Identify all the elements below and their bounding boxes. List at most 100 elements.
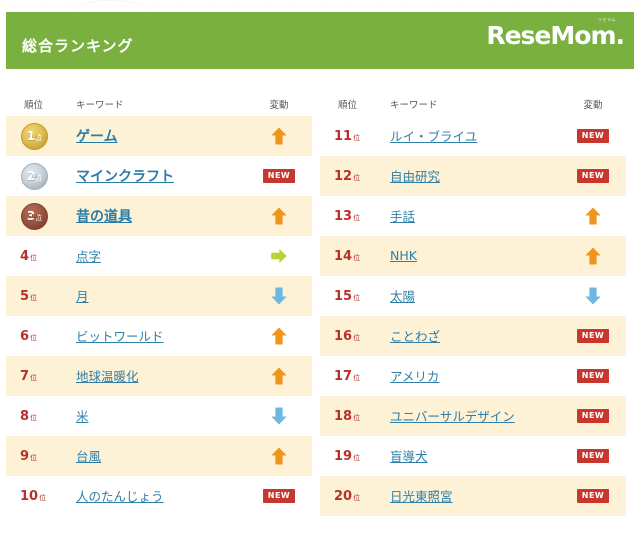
table-row[interactable]: 1 位 ゲーム <box>6 116 312 156</box>
keyword-link[interactable]: ユニバーサルデザイン <box>390 409 515 424</box>
rank-cell: 1位 <box>6 122 68 150</box>
rank-suffix: 位 <box>353 254 361 262</box>
rank-suffix: 位 <box>353 454 361 462</box>
rank-cell: 2位 <box>6 162 68 190</box>
new-badge: NEW <box>576 369 610 383</box>
rank-cell: 20 位 <box>320 489 382 504</box>
column-header-rank: 順位 <box>24 100 44 111</box>
keyword-link[interactable]: 米 <box>76 409 89 424</box>
change-cell: NEW <box>246 169 312 183</box>
keyword-cell: ビットワールド <box>68 326 246 346</box>
table-row[interactable]: 17 位アメリカ NEW <box>320 356 626 396</box>
medal-badge-silver: 2位 <box>21 162 48 190</box>
keyword-link[interactable]: 太陽 <box>390 289 415 304</box>
keyword-link[interactable]: 昔の道具 <box>76 209 132 225</box>
table-body-right: 11 位ルイ・ブライユ NEW 12 位自由研究 NEW 13 位手話 14 位 NHK 15 位太陽 1… <box>320 116 626 516</box>
rank-number: 9 <box>20 448 30 464</box>
change-cell <box>560 246 626 266</box>
arrow-up-icon <box>271 127 287 145</box>
table-row[interactable]: 2 位 マインクラフト NEW <box>6 156 312 196</box>
arrow-up-icon <box>271 327 287 345</box>
table-row[interactable]: 4 位点字 <box>6 236 312 276</box>
rank-suffix: 位 <box>353 414 361 422</box>
rank-number: 5 <box>20 288 30 304</box>
keyword-cell: 自由研究 <box>382 166 560 186</box>
table-row[interactable]: 15 位太陽 <box>320 276 626 316</box>
medal-badge-bronze: 3位 <box>21 202 48 230</box>
keyword-link[interactable]: 自由研究 <box>390 169 440 184</box>
table-row[interactable]: 5位月 <box>6 276 312 316</box>
new-badge: NEW <box>576 329 610 343</box>
new-badge: NEW <box>576 409 610 423</box>
keyword-link[interactable]: 地球温暖化 <box>76 369 139 384</box>
ranking-tables: 順位 キーワード 変動 1 位ゲーム 2 位マインクラフト NEW 3 位昔の道具 4 位点字 5… <box>6 92 634 516</box>
table-row[interactable]: 14 位 NHK <box>320 236 626 276</box>
keyword-link[interactable]: 点字 <box>76 249 101 264</box>
table-body-left: 1 位ゲーム 2 位マインクラフト NEW 3 位昔の道具 4 位点字 5 位月 6 位ビットワールド 7… <box>6 116 312 516</box>
arrow-down-icon <box>271 407 287 425</box>
change-cell: NEW <box>560 369 626 383</box>
keyword-link[interactable]: ことわざ <box>390 329 440 344</box>
keyword-link[interactable]: ルイ・ブライユ <box>390 129 477 144</box>
new-badge: NEW <box>262 489 296 503</box>
rank-cell: 6位 <box>6 329 68 344</box>
keyword-link[interactable]: 手話 <box>390 209 415 224</box>
keyword-cell: ルイ・ブライユ <box>382 126 560 146</box>
keyword-cell: マインクラフト <box>68 166 246 186</box>
keyword-cell: NHK <box>382 247 560 265</box>
rank-suffix: 位 <box>30 294 38 302</box>
table-row[interactable]: 10 位人のたんじょう NEW <box>6 476 312 516</box>
rank-number: 7 <box>20 368 30 384</box>
table-row[interactable]: 8位米 <box>6 396 312 436</box>
rank-number: 16 <box>334 328 353 344</box>
keyword-link[interactable]: ゲーム <box>76 129 118 145</box>
change-cell <box>246 126 312 146</box>
keyword-link[interactable]: 月 <box>76 289 89 304</box>
rank-suffix: 位 <box>353 374 361 382</box>
rank-cell: 4位 <box>6 249 68 264</box>
rank-number: 18 <box>334 408 353 424</box>
table-row[interactable]: 13 位手話 <box>320 196 626 236</box>
new-badge: NEW <box>576 489 610 503</box>
keyword-link[interactable]: マインクラフト <box>76 169 174 185</box>
keyword-link[interactable]: NHK <box>390 248 417 263</box>
rank-number: 19 <box>334 448 353 464</box>
arrow-down-icon <box>585 287 601 305</box>
rank-cell: 5位 <box>6 289 68 304</box>
keyword-link[interactable]: ビットワールド <box>76 329 164 344</box>
rank-cell: 16 位 <box>320 329 382 344</box>
table-row[interactable]: 16 位ことわざ NEW <box>320 316 626 356</box>
table-row[interactable]: 19 位 盲導犬 NEW <box>320 436 626 476</box>
change-cell <box>246 246 312 266</box>
keyword-link[interactable]: 日光東照宮 <box>390 489 453 504</box>
ranking-column-left: 順位 キーワード 変動 1 位ゲーム 2 位マインクラフト NEW 3 位昔の道具 4 位点字 5… <box>6 92 312 516</box>
change-cell <box>246 286 312 306</box>
keyword-link[interactable]: 台風 <box>76 449 101 464</box>
keyword-link[interactable]: アメリカ <box>390 369 439 384</box>
medal-rank-suffix: 位 <box>35 213 43 222</box>
table-row[interactable]: 3 位 昔の道具 <box>6 196 312 236</box>
table-header-right: 順位 キーワード 変動 <box>320 92 626 116</box>
keyword-cell: ことわざ <box>382 326 560 346</box>
table-row[interactable]: 7 位地球温暖化 <box>6 356 312 396</box>
table-row[interactable]: 11 位ルイ・ブライユ NEW <box>320 116 626 156</box>
medal-rank-number: 3 <box>26 209 36 223</box>
change-cell: NEW <box>560 449 626 463</box>
resemom-logo[interactable]: リセマム ReseMom. <box>486 18 625 49</box>
table-row[interactable]: 9 位 台風 <box>6 436 312 476</box>
rank-number: 14 <box>334 248 353 264</box>
table-row[interactable]: 18 位 ユニバーサルデザイン NEW <box>320 396 626 436</box>
keyword-cell: 太陽 <box>382 286 560 306</box>
rank-suffix: 位 <box>30 454 38 462</box>
rank-number: 13 <box>334 208 353 224</box>
keyword-link[interactable]: 人のたんじょう <box>76 489 164 504</box>
table-row[interactable]: 12 位自由研究 NEW <box>320 156 626 196</box>
keyword-link[interactable]: 盲導犬 <box>390 449 428 464</box>
rank-suffix: 位 <box>353 294 361 302</box>
rank-suffix: 位 <box>353 134 361 142</box>
change-cell: NEW <box>560 489 626 503</box>
table-row[interactable]: 20 位日光東照宮 NEW <box>320 476 626 516</box>
medal-badge-gold: 1位 <box>21 122 48 150</box>
new-badge: NEW <box>576 449 610 463</box>
table-row[interactable]: 6 位ビットワールド <box>6 316 312 356</box>
